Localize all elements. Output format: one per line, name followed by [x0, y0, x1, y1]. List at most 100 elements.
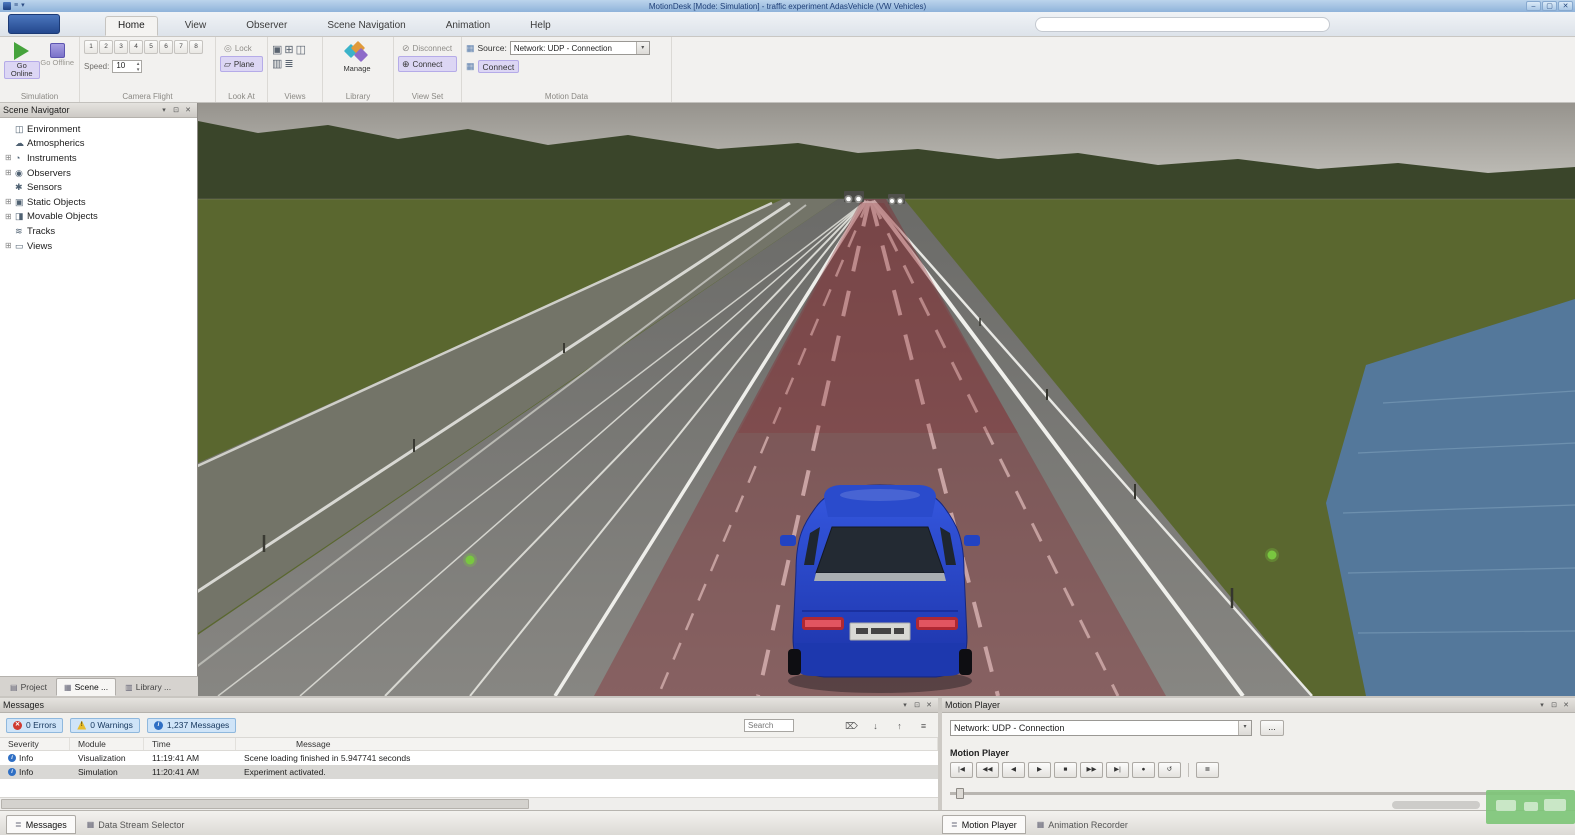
panel-menu-icon[interactable]: ▾ [158, 106, 170, 114]
motion-source-combobox[interactable]: Network: UDP - Connection ▾ [510, 41, 650, 55]
scrollbar-thumb[interactable] [1, 799, 529, 809]
fast-forward-button[interactable]: ▶▶ [1080, 762, 1103, 778]
close-icon[interactable]: ✕ [923, 701, 935, 709]
statusbar-tab-animation-recorder[interactable]: ▦ Animation Recorder [1028, 815, 1137, 834]
lock-button[interactable]: ◎ Lock [220, 40, 263, 56]
tab-animation[interactable]: Animation [433, 16, 503, 36]
ribbon-group-look-at: ◎ Lock ▱ Plane Look At [216, 37, 268, 102]
expand-icon[interactable]: ⊞ [5, 153, 15, 163]
record-button[interactable]: ● [1132, 762, 1155, 778]
transport-controls: |◀ ◀◀ ◀ ▶ ■ ▶▶ ▶| ● ↺ ≣ [950, 762, 1219, 778]
expand-icon[interactable]: ⊞ [5, 212, 15, 222]
tab-home[interactable]: Home [105, 16, 158, 36]
message-options-icon[interactable]: ≡ [915, 718, 932, 733]
arrow-down-icon[interactable]: ↓ [867, 718, 884, 733]
play-button[interactable]: ▶ [1028, 762, 1051, 778]
plane-button[interactable]: ▱ Plane [220, 56, 263, 72]
camera-preset-7-button[interactable]: 7 [174, 40, 188, 54]
expand-icon[interactable]: ⊞ [5, 241, 15, 251]
player-options-button[interactable]: ≣ [1196, 762, 1219, 778]
browse-button[interactable]: ... [1260, 720, 1284, 736]
panel-menu-icon[interactable]: ▾ [899, 701, 911, 709]
tab-observer[interactable]: Observer [233, 16, 300, 36]
errors-filter-button[interactable]: ✕ 0 Errors [6, 718, 63, 733]
manage-button[interactable]: Manage [327, 42, 387, 73]
camera-preset-3-button[interactable]: 3 [114, 40, 128, 54]
horizontal-scrollbar[interactable] [0, 797, 938, 810]
tree-item-atmospherics[interactable]: ☁ Atmospherics [0, 137, 197, 152]
views-icon: ▭ [15, 241, 27, 252]
close-icon[interactable]: ✕ [182, 106, 194, 114]
close-button[interactable]: ✕ [1558, 1, 1573, 11]
tree-item-static-objects[interactable]: ⊞ ▣ Static Objects [0, 195, 197, 210]
chevron-down-icon[interactable]: ▾ [636, 42, 649, 54]
go-online-button[interactable]: Go Online [4, 40, 40, 90]
tree-item-movable-objects[interactable]: ⊞ ◨ Movable Objects [0, 210, 197, 225]
tab-scene-navigator[interactable]: ▦ Scene ... [56, 678, 116, 696]
layout-quad-icon[interactable]: ⊞ [284, 44, 293, 56]
ribbon-search-input[interactable] [1035, 17, 1330, 32]
skip-to-end-button[interactable]: ▶| [1106, 762, 1129, 778]
minimize-button[interactable]: – [1526, 1, 1541, 11]
tree-item-views[interactable]: ⊞ ▭ Views [0, 239, 197, 254]
application-menu-button[interactable] [8, 14, 60, 34]
slider-handle[interactable] [956, 788, 964, 799]
maximize-button[interactable]: ▢ [1542, 1, 1557, 11]
step-back-button[interactable]: ◀ [1002, 762, 1025, 778]
playback-slider[interactable] [950, 792, 1560, 795]
expand-icon[interactable]: ⊞ [5, 197, 15, 207]
tree-item-observers[interactable]: ⊞ ◉ Observers [0, 166, 197, 181]
arrow-up-icon[interactable]: ↑ [891, 718, 908, 733]
go-offline-button[interactable]: Go Offline [40, 40, 76, 90]
tab-scene-navigation[interactable]: Scene Navigation [314, 16, 418, 36]
scene-navigator-panel: Scene Navigator ▾ ⊡ ✕ ◫ Environment ☁ At… [0, 103, 198, 676]
camera-preset-6-button[interactable]: 6 [159, 40, 173, 54]
skip-to-start-button[interactable]: |◀ [950, 762, 973, 778]
stop-button[interactable]: ■ [1054, 762, 1077, 778]
tab-project-navigator[interactable]: ▤ Project [2, 678, 55, 696]
speed-spinbox[interactable]: 10 ▲ ▼ [112, 60, 142, 73]
loop-button[interactable]: ↺ [1158, 762, 1181, 778]
tree-item-tracks[interactable]: ≋ Tracks [0, 224, 197, 239]
camera-preset-1-button[interactable]: 1 [84, 40, 98, 54]
expand-icon[interactable]: ⊞ [5, 168, 15, 178]
panel-menu-icon[interactable]: ▾ [1536, 701, 1548, 709]
spin-down-icon[interactable]: ▼ [136, 67, 140, 73]
statusbar-tab-messages[interactable]: ≣ Messages [6, 815, 76, 834]
fast-rewind-button[interactable]: ◀◀ [976, 762, 999, 778]
tab-library-navigator[interactable]: ▥ Library ... [117, 678, 179, 696]
tree-item-instruments[interactable]: ⊞ ◔ Instruments [0, 151, 197, 166]
camera-preset-8-button[interactable]: 8 [189, 40, 203, 54]
camera-preset-5-button[interactable]: 5 [144, 40, 158, 54]
table-header[interactable]: Severity Module Time Message [0, 738, 938, 751]
tree-item-environment[interactable]: ◫ Environment [0, 122, 197, 137]
disconnect-button[interactable]: ⊘ Disconnect [398, 40, 457, 56]
camera-preset-4-button[interactable]: 4 [129, 40, 143, 54]
layout-split-vertical-icon[interactable]: ▥ [272, 58, 282, 70]
warnings-filter-button[interactable]: ! 0 Warnings [70, 718, 140, 733]
chevron-down-icon[interactable]: ▾ [1238, 721, 1251, 735]
pin-icon[interactable]: ⊡ [911, 701, 923, 709]
table-row[interactable]: i Info Simulation 11:20:41 AM Experiment… [0, 765, 938, 779]
tab-help[interactable]: Help [517, 16, 564, 36]
view-set-connect-button[interactable]: ⊕ Connect [398, 56, 457, 72]
motion-connect-button[interactable]: Connect [478, 60, 520, 73]
statusbar-tab-data-stream-selector[interactable]: ▦ Data Stream Selector [78, 815, 194, 834]
messages-filter-button[interactable]: i 1,237 Messages [147, 718, 236, 733]
3d-viewport[interactable] [198, 103, 1575, 696]
pin-icon[interactable]: ⊡ [170, 106, 182, 114]
tree-item-sensors[interactable]: ✱ Sensors [0, 180, 197, 195]
layout-single-icon[interactable]: ▣ [272, 44, 282, 56]
pin-icon[interactable]: ⊡ [1548, 701, 1560, 709]
close-icon[interactable]: ✕ [1560, 701, 1572, 709]
camera-preset-2-button[interactable]: 2 [99, 40, 113, 54]
statusbar-tab-motion-player[interactable]: ≣ Motion Player [942, 815, 1026, 834]
layout-list-icon[interactable]: ≣ [284, 58, 293, 70]
table-row[interactable]: i Info Visualization 11:19:41 AM Scene l… [0, 751, 938, 765]
clear-messages-icon[interactable]: ⌦ [843, 718, 860, 733]
ribbon-group-library: Manage Library [323, 37, 394, 102]
messages-search-input[interactable] [744, 719, 794, 732]
tab-view[interactable]: View [172, 16, 220, 36]
layout-split-horizontal-icon[interactable]: ◫ [296, 44, 306, 56]
player-source-combobox[interactable]: Network: UDP - Connection ▾ [950, 720, 1252, 736]
